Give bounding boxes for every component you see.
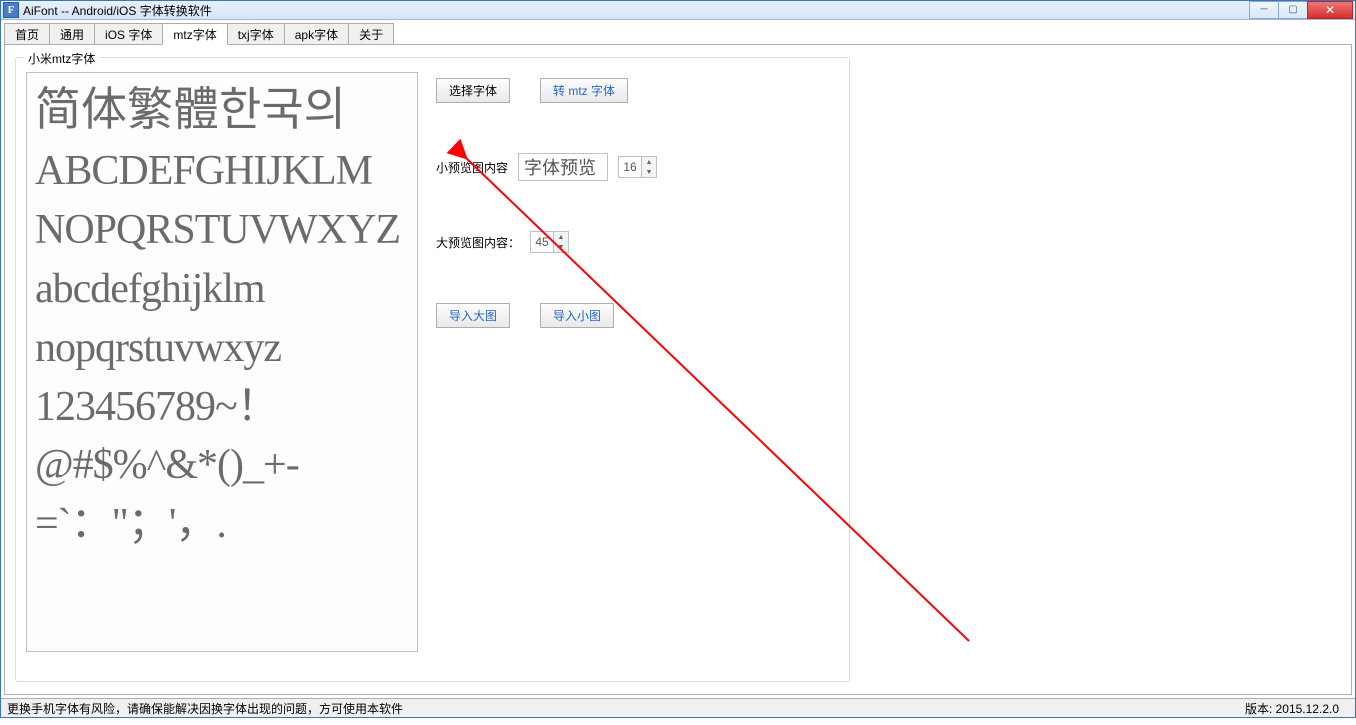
large-preview-size-spinner[interactable]: 45 ▲ ▼: [530, 231, 569, 253]
font-preview-box: 简体繁體한국의 ABCDEFGHIJKLM NOPQRSTUVWXYZ abcd…: [26, 72, 418, 652]
import-large-button[interactable]: 导入大图: [436, 303, 510, 328]
tab-general[interactable]: 通用: [49, 23, 95, 44]
spin-up-icon[interactable]: ▲: [554, 232, 568, 242]
tab-apk-font[interactable]: apk字体: [284, 23, 349, 44]
status-left: 更换手机字体有风险，请确保能解决因换字体出现的问题，方可使用本软件: [7, 700, 1245, 717]
tab-about[interactable]: 关于: [348, 23, 394, 44]
preview-digits: 123456789~！: [35, 378, 409, 437]
preview-sym1: @#$%^&*()_+-: [35, 436, 409, 495]
minimize-button[interactable]: ─: [1249, 1, 1279, 19]
tab-page: 小米mtz字体 简体繁體한국의 ABCDEFGHIJKLM NOPQRSTUVW…: [4, 45, 1352, 695]
preview-upper2: NOPQRSTUVWXYZ: [35, 201, 409, 260]
statusbar: 更换手机字体有风险，请确保能解决因换字体出现的问题，方可使用本软件 版本: 20…: [1, 698, 1355, 717]
large-preview-size-value: 45: [531, 232, 553, 252]
spin-up-icon[interactable]: ▲: [642, 157, 656, 167]
tab-mtz-font[interactable]: mtz字体: [162, 23, 227, 45]
preview-lower2: nopqrstuvwxyz: [35, 319, 409, 378]
preview-upper1: ABCDEFGHIJKLM: [35, 142, 409, 201]
small-preview-label: 小预览图内容: [436, 159, 508, 176]
import-small-button[interactable]: 导入小图: [540, 303, 614, 328]
preview-sym2: =`："；'，.: [35, 495, 409, 554]
groupbox-legend: 小米mtz字体: [24, 50, 99, 67]
select-font-button[interactable]: 选择字体: [436, 78, 510, 103]
close-button[interactable]: ✕: [1307, 1, 1353, 19]
small-preview-size-value: 16: [619, 157, 641, 177]
small-preview-input[interactable]: [518, 153, 608, 181]
content-area: 首页 通用 iOS 字体 mtz字体 txj字体 apk字体 关于 小米mtz字…: [1, 20, 1355, 698]
window-buttons: ─ ▢ ✕: [1249, 2, 1353, 19]
convert-mtz-button[interactable]: 转 mtz 字体: [540, 78, 628, 103]
spin-down-icon[interactable]: ▼: [642, 167, 656, 177]
tabstrip: 首页 通用 iOS 字体 mtz字体 txj字体 apk字体 关于: [4, 23, 1352, 45]
tab-txj-font[interactable]: txj字体: [227, 23, 285, 44]
maximize-button[interactable]: ▢: [1278, 1, 1308, 19]
mtz-groupbox: 小米mtz字体 简体繁體한국의 ABCDEFGHIJKLM NOPQRSTUVW…: [15, 57, 850, 682]
app-icon: F: [3, 2, 19, 18]
large-preview-label: 大预览图内容：: [436, 234, 520, 251]
spin-down-icon[interactable]: ▼: [554, 242, 568, 252]
controls-panel: 选择字体 转 mtz 字体 小预览图内容 16 ▲ ▼: [436, 78, 836, 378]
window-title: AiFont -- Android/iOS 字体转换软件: [23, 2, 1249, 19]
titlebar[interactable]: F AiFont -- Android/iOS 字体转换软件 ─ ▢ ✕: [1, 1, 1355, 20]
preview-lower1: abcdefghijklm: [35, 260, 409, 319]
small-preview-size-spinner[interactable]: 16 ▲ ▼: [618, 156, 657, 178]
tab-ios-font[interactable]: iOS 字体: [94, 23, 163, 44]
tab-home[interactable]: 首页: [4, 23, 50, 44]
preview-cjk: 简体繁體한국의: [35, 78, 409, 142]
status-right: 版本: 2015.12.2.0: [1245, 700, 1349, 717]
app-window: F AiFont -- Android/iOS 字体转换软件 ─ ▢ ✕ 首页 …: [0, 0, 1356, 718]
